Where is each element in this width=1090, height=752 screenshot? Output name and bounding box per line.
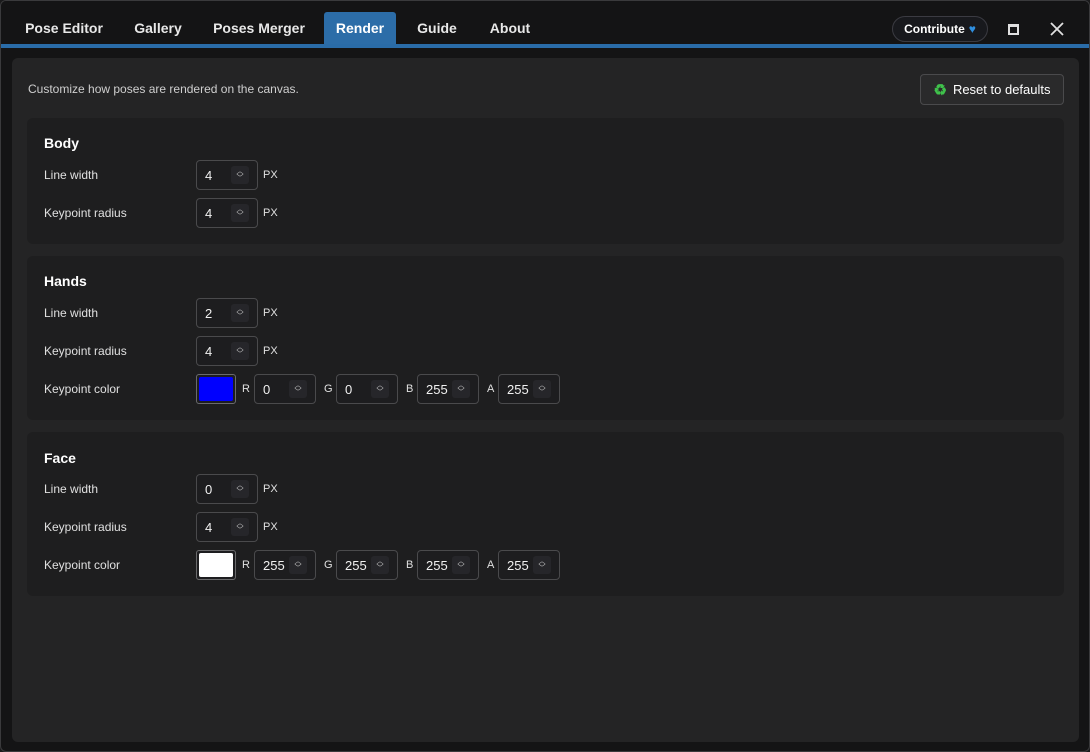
face-b-value: 255: [426, 557, 448, 573]
contribute-label: Contribute: [904, 22, 965, 36]
face-a-input[interactable]: 255 ︿ ﹀: [498, 550, 560, 580]
b-channel-label: B: [406, 559, 414, 571]
body-title: Body: [44, 135, 79, 151]
body-line-width-input[interactable]: 4 ︿ ﹀: [196, 160, 258, 190]
px-unit: PX: [263, 521, 278, 533]
maximize-icon: [1007, 23, 1019, 35]
panel-description: Customize how poses are rendered on the …: [28, 82, 299, 96]
face-section: Face Line width 0 ︿ ﹀ PX Keypoint radius …: [27, 432, 1064, 596]
spinner-icon[interactable]: ︿ ﹀: [371, 380, 389, 398]
tab-poses-merger[interactable]: Poses Merger: [202, 12, 316, 44]
body-line-width-value: 4: [205, 167, 213, 183]
hands-b-value: 255: [426, 381, 448, 397]
face-r-value: 255: [263, 557, 285, 573]
spinner-icon[interactable]: ︿ ﹀: [231, 342, 249, 360]
spinner-icon[interactable]: ︿ ﹀: [231, 518, 249, 536]
body-line-width-label: Line width: [44, 168, 99, 182]
spinner-icon[interactable]: ︿ ﹀: [533, 380, 551, 398]
tab-about[interactable]: About: [478, 12, 542, 44]
face-line-width-label: Line width: [44, 482, 99, 496]
hands-r-input[interactable]: 0 ︿ ﹀: [254, 374, 316, 404]
face-r-input[interactable]: 255 ︿ ﹀: [254, 550, 316, 580]
hands-section: Hands Line width 2 ︿ ﹀ PX Keypoint radius…: [27, 256, 1064, 420]
app-window: Pose Editor Gallery Poses Merger Render …: [0, 0, 1090, 752]
face-line-width-value: 0: [205, 481, 213, 497]
px-unit: PX: [263, 483, 278, 495]
hands-a-value: 255: [507, 381, 529, 397]
hands-line-width-label: Line width: [44, 306, 99, 320]
spinner-icon[interactable]: ︿ ﹀: [231, 204, 249, 222]
face-keypoint-radius-value: 4: [205, 519, 213, 535]
hands-keypoint-radius-label: Keypoint radius: [44, 344, 127, 358]
px-unit: PX: [263, 169, 278, 181]
px-unit: PX: [263, 345, 278, 357]
contribute-button[interactable]: Contribute ♥: [892, 16, 988, 42]
reset-label: Reset to defaults: [952, 82, 1051, 97]
spinner-icon[interactable]: ︿ ﹀: [231, 304, 249, 322]
spinner-icon[interactable]: ︿ ﹀: [452, 380, 470, 398]
close-button[interactable]: [1044, 16, 1070, 42]
hands-g-input[interactable]: 0 ︿ ﹀: [336, 374, 398, 404]
spinner-icon[interactable]: ︿ ﹀: [231, 480, 249, 498]
spinner-icon[interactable]: ︿ ﹀: [231, 166, 249, 184]
hands-keypoint-color-label: Keypoint color: [44, 382, 121, 396]
face-line-width-input[interactable]: 0 ︿ ﹀: [196, 474, 258, 504]
body-keypoint-radius-label: Keypoint radius: [44, 206, 127, 220]
px-unit: PX: [263, 307, 278, 319]
face-g-value: 255: [345, 557, 367, 573]
body-section: Body Line width 4 ︿ ﹀ PX Keypoint radius …: [27, 118, 1064, 244]
spinner-icon[interactable]: ︿ ﹀: [533, 556, 551, 574]
heart-icon: ♥: [968, 22, 976, 36]
hands-keypoint-radius-value: 4: [205, 343, 213, 359]
b-channel-label: B: [406, 383, 414, 395]
a-channel-label: A: [487, 383, 495, 395]
reset-defaults-button[interactable]: ♻ Reset to defaults: [920, 74, 1064, 105]
face-title: Face: [44, 450, 76, 466]
close-icon: [1050, 22, 1064, 36]
hands-a-input[interactable]: 255 ︿ ﹀: [498, 374, 560, 404]
spinner-icon[interactable]: ︿ ﹀: [289, 556, 307, 574]
body-keypoint-radius-input[interactable]: 4 ︿ ﹀: [196, 198, 258, 228]
spinner-icon[interactable]: ︿ ﹀: [452, 556, 470, 574]
tab-gallery[interactable]: Gallery: [122, 12, 194, 44]
hands-line-width-input[interactable]: 2 ︿ ﹀: [196, 298, 258, 328]
hands-title: Hands: [44, 273, 87, 289]
tab-render[interactable]: Render: [324, 12, 396, 44]
render-settings-panel: Customize how poses are rendered on the …: [12, 58, 1079, 742]
g-channel-label: G: [324, 383, 333, 395]
body-keypoint-radius-value: 4: [205, 205, 213, 221]
tab-guide[interactable]: Guide: [404, 12, 470, 44]
face-g-input[interactable]: 255 ︿ ﹀: [336, 550, 398, 580]
hands-r-value: 0: [263, 381, 271, 397]
hands-color-swatch[interactable]: [196, 374, 236, 404]
recycle-icon: ♻: [933, 81, 947, 99]
tab-pose-editor[interactable]: Pose Editor: [14, 12, 114, 44]
r-channel-label: R: [242, 383, 250, 395]
tab-bar: Pose Editor Gallery Poses Merger Render …: [1, 1, 1089, 45]
spinner-icon[interactable]: ︿ ﹀: [289, 380, 307, 398]
hands-keypoint-radius-input[interactable]: 4 ︿ ﹀: [196, 336, 258, 366]
hands-b-input[interactable]: 255 ︿ ﹀: [417, 374, 479, 404]
face-b-input[interactable]: 255 ︿ ﹀: [417, 550, 479, 580]
hands-line-width-value: 2: [205, 305, 213, 321]
hands-g-value: 0: [345, 381, 353, 397]
a-channel-label: A: [487, 559, 495, 571]
g-channel-label: G: [324, 559, 333, 571]
r-channel-label: R: [242, 559, 250, 571]
spinner-icon[interactable]: ︿ ﹀: [371, 556, 389, 574]
face-keypoint-radius-label: Keypoint radius: [44, 520, 127, 534]
face-keypoint-color-label: Keypoint color: [44, 558, 121, 572]
face-keypoint-radius-input[interactable]: 4 ︿ ﹀: [196, 512, 258, 542]
maximize-button[interactable]: [1000, 16, 1026, 42]
tab-underline: [1, 44, 1089, 48]
face-color-swatch[interactable]: [196, 550, 236, 580]
face-a-value: 255: [507, 557, 529, 573]
px-unit: PX: [263, 207, 278, 219]
